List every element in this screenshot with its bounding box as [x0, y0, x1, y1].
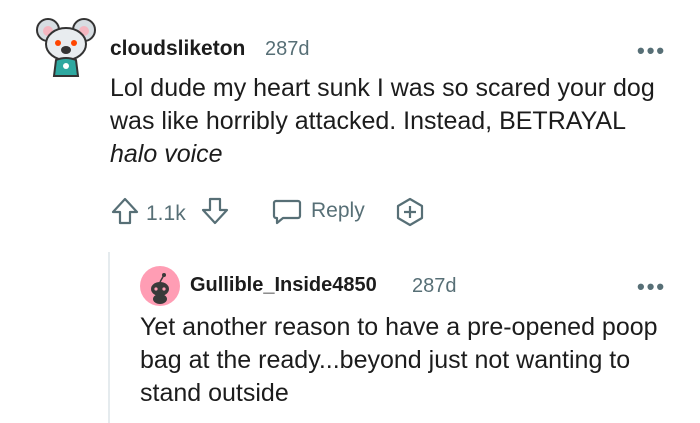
downvote-button[interactable]	[200, 196, 230, 226]
more-dots-icon: •••	[637, 274, 667, 299]
comment-text: Lol dude my heart sunk I was so scared y…	[110, 74, 655, 135]
snoo-default-avatar-icon	[140, 266, 180, 306]
reply-button[interactable]: Reply	[271, 195, 365, 227]
more-options-button[interactable]: •••	[637, 38, 666, 64]
comment-body: Lol dude my heart sunk I was so scared y…	[110, 72, 670, 171]
reply-username[interactable]: Gullible_Inside4850	[190, 274, 377, 297]
user-avatar-cloudsliketon[interactable]	[34, 16, 98, 80]
vote-count: 1.1k	[146, 202, 186, 225]
upvote-arrow-icon	[111, 197, 139, 225]
more-dots-icon: •••	[637, 38, 667, 63]
award-button[interactable]	[394, 196, 426, 228]
award-plus-icon	[396, 197, 424, 227]
upvote-button[interactable]	[110, 196, 140, 226]
reply-more-options-button[interactable]: •••	[637, 274, 666, 300]
reply-age: 287d	[412, 275, 457, 297]
user-avatar-gullible[interactable]	[140, 266, 180, 306]
comment-username[interactable]: cloudsliketon	[110, 37, 245, 61]
comment-text-italic: halo voice	[110, 140, 223, 168]
reply-body: Yet another reason to have a pre-opened …	[140, 313, 658, 407]
reply-bubble-icon	[272, 199, 302, 225]
thread-line[interactable]	[108, 252, 110, 423]
downvote-arrow-icon	[201, 197, 229, 225]
reply-label: Reply	[311, 199, 365, 222]
snoo-koala-avatar-icon	[36, 18, 96, 77]
comment-age: 287d	[265, 38, 310, 60]
